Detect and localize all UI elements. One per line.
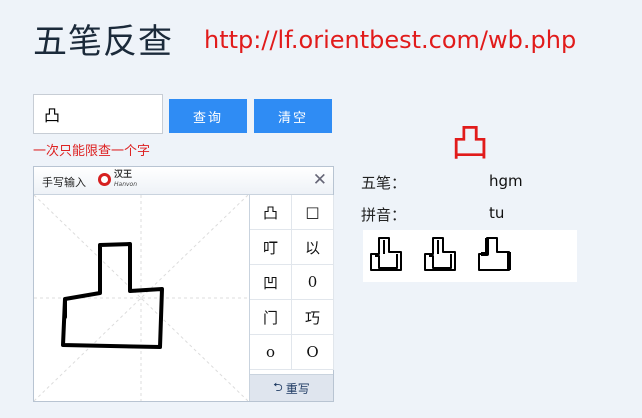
handwriting-panel: 手写输入 汉王 Hanvon ✕ 凸 □ 叮 以 凹 0 门 巧 o O ⮌ 重… [33, 166, 334, 402]
candidate-7[interactable]: 门 [250, 300, 292, 335]
candidate-1[interactable]: 凸 [250, 195, 292, 230]
hanvon-logo-text: 汉王 [114, 170, 133, 180]
page-title: 五笔反查 [33, 22, 173, 62]
wubi-root-glyph-images [363, 230, 577, 282]
candidate-3[interactable]: 叮 [250, 230, 292, 265]
candidate-8[interactable]: 巧 [292, 300, 334, 335]
candidate-grid: 凸 □ 叮 以 凹 0 门 巧 o O [249, 195, 334, 374]
rewrite-label: 重写 [285, 381, 310, 396]
pinyin-value: tu [489, 204, 505, 222]
wubi-value: hgm [489, 172, 523, 190]
site-url: http://lf.orientbest.com/wb.php [204, 26, 577, 54]
pinyin-label: 拼音： [361, 206, 407, 224]
query-button[interactable]: 查询 [169, 99, 247, 133]
handwriting-title: 手写输入 [42, 176, 86, 189]
close-icon[interactable]: ✕ [313, 170, 327, 190]
candidate-10[interactable]: O [292, 335, 334, 370]
handwritten-stroke [61, 242, 164, 349]
candidate-5[interactable]: 凹 [250, 265, 292, 300]
search-input[interactable] [33, 94, 163, 134]
glyph-outline-3 [478, 237, 511, 271]
wubi-label: 五笔： [361, 174, 407, 192]
rewrite-button[interactable]: ⮌ 重写 [249, 374, 333, 401]
clear-button[interactable]: 清空 [254, 99, 332, 133]
undo-icon: ⮌ [273, 379, 283, 394]
candidate-2[interactable]: □ [292, 195, 334, 230]
candidate-9[interactable]: o [250, 335, 292, 370]
glyph-outline-2 [424, 237, 456, 271]
result-character: 凸 [451, 121, 490, 165]
glyph-outline-1 [370, 237, 402, 271]
handwriting-header: 手写输入 汉王 Hanvon ✕ [34, 167, 333, 195]
hanvon-logo-subtext: Hanvon [114, 181, 138, 188]
candidate-6[interactable]: 0 [292, 265, 334, 300]
candidate-4[interactable]: 以 [292, 230, 334, 265]
search-hint: 一次只能限查一个字 [33, 144, 151, 159]
hanvon-logo-icon [98, 173, 111, 186]
handwriting-canvas[interactable] [34, 195, 248, 401]
